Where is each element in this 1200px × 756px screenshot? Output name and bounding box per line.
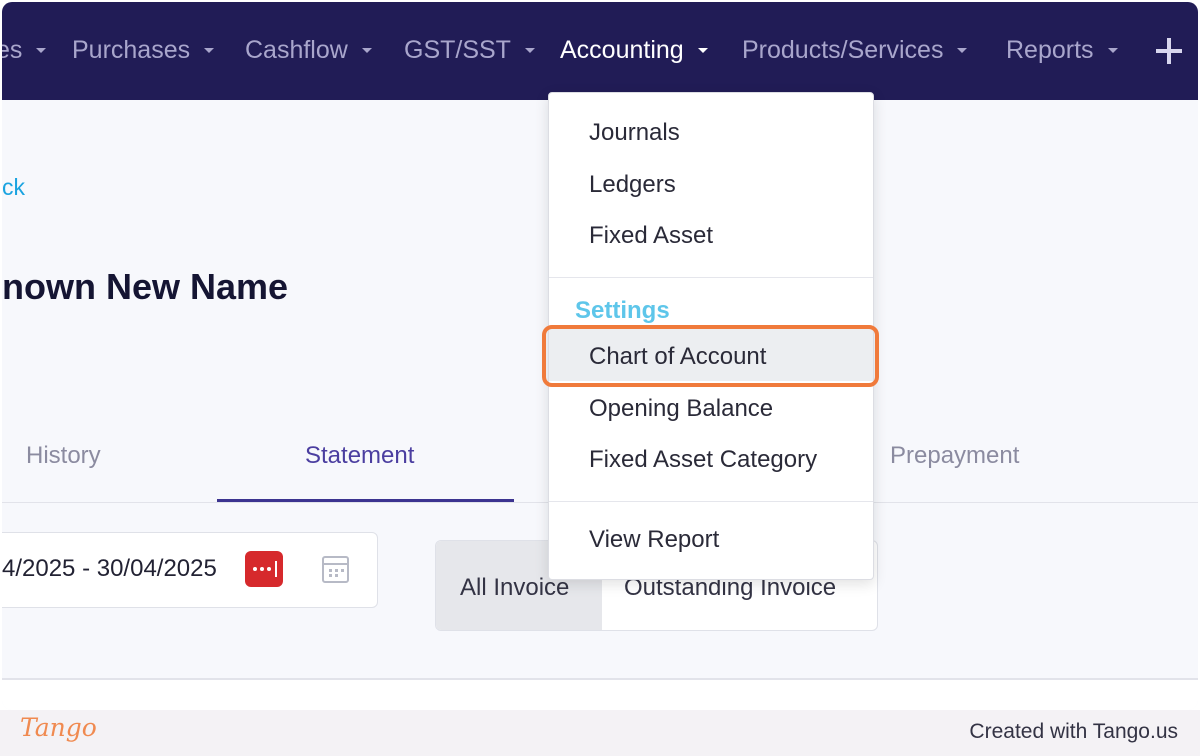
click-target-highlight bbox=[542, 325, 879, 387]
caret-down-icon bbox=[1107, 47, 1118, 53]
nav-item-label: es bbox=[2, 35, 23, 64]
tab-history[interactable]: History bbox=[26, 442, 101, 470]
nav-item-accounting[interactable]: Accounting bbox=[560, 32, 708, 68]
nav-item-sales[interactable]: es bbox=[2, 32, 47, 68]
content-area bbox=[2, 680, 1198, 710]
tango-logo: Tango bbox=[20, 713, 97, 742]
plus-icon[interactable] bbox=[1154, 36, 1184, 66]
menu-item-opening-balance[interactable]: Opening Balance bbox=[589, 395, 773, 423]
page-title: nown New Name bbox=[2, 266, 289, 307]
nav-item-label: Purchases bbox=[72, 35, 191, 64]
menu-item-fixed-asset-category[interactable]: Fixed Asset Category bbox=[589, 446, 817, 474]
nav-item-gst-sst[interactable]: GST/SST bbox=[404, 32, 535, 68]
caret-down-icon bbox=[524, 47, 535, 53]
tab-prepayment[interactable]: Prepayment bbox=[890, 442, 1019, 470]
tab-statement[interactable]: Statement bbox=[305, 442, 414, 470]
caret-down-icon bbox=[361, 47, 372, 53]
nav-item-products-services[interactable]: Products/Services bbox=[742, 32, 968, 68]
nav-item-label: Products/Services bbox=[742, 35, 944, 64]
date-range-value: 4/2025 - 30/04/2025 bbox=[2, 555, 217, 582]
nav-item-label: Reports bbox=[1006, 35, 1094, 64]
caret-down-icon bbox=[697, 47, 708, 53]
nav-item-label: Cashflow bbox=[245, 35, 348, 64]
menu-divider bbox=[549, 277, 873, 278]
nav-item-reports[interactable]: Reports bbox=[1006, 32, 1118, 68]
calendar-icon[interactable] bbox=[322, 556, 349, 583]
menu-item-fixed-asset[interactable]: Fixed Asset bbox=[589, 222, 713, 250]
menu-item-view-report[interactable]: View Report bbox=[589, 526, 719, 554]
nav-item-purchases[interactable]: Purchases bbox=[72, 32, 215, 68]
nav-item-label: Accounting bbox=[560, 35, 684, 64]
nav-item-label: GST/SST bbox=[404, 35, 511, 64]
top-navigation-bar: es Purchases Cashflow GST/SST Accounting… bbox=[2, 2, 1198, 100]
menu-section-settings: Settings bbox=[575, 297, 670, 324]
nav-item-cashflow[interactable]: Cashflow bbox=[245, 32, 372, 68]
back-link[interactable]: ck bbox=[2, 174, 25, 201]
created-with-text: Created with Tango.us bbox=[969, 720, 1178, 743]
caret-down-icon bbox=[36, 47, 47, 53]
menu-item-journals[interactable]: Journals bbox=[589, 119, 680, 147]
menu-item-ledgers[interactable]: Ledgers bbox=[589, 171, 676, 199]
caret-down-icon bbox=[957, 47, 968, 53]
menu-divider bbox=[549, 501, 873, 502]
password-manager-icon[interactable] bbox=[245, 551, 283, 587]
caret-down-icon bbox=[204, 47, 215, 53]
